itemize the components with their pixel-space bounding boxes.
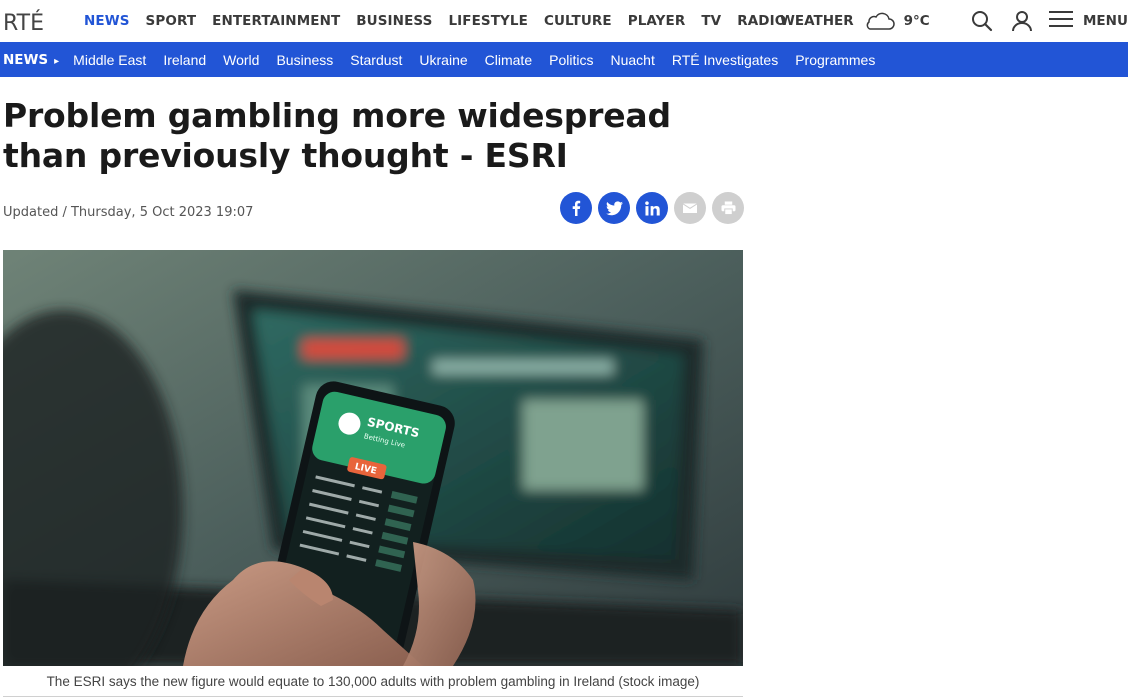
sub-nav-ireland[interactable]: Ireland <box>163 52 206 68</box>
nav-tv[interactable]: TV <box>701 13 721 29</box>
nav-sport[interactable]: SPORT <box>146 13 197 29</box>
sub-nav-programmes[interactable]: Programmes <box>795 52 875 68</box>
sub-nav-section-label: NEWS <box>3 51 49 68</box>
svg-text:RTÉ: RTÉ <box>3 10 44 34</box>
sub-nav-stardust[interactable]: Stardust <box>350 52 402 68</box>
nav-lifestyle[interactable]: LIFESTYLE <box>448 13 528 29</box>
sub-nav-middle-east[interactable]: Middle East <box>73 52 146 68</box>
rte-logo[interactable]: RTÉ <box>3 8 53 34</box>
sub-nav-business[interactable]: Business <box>276 52 333 68</box>
section-arrow-icon: ▸ <box>54 55 60 67</box>
twitter-share-button[interactable] <box>598 192 630 224</box>
image-caption: The ESRI says the new figure would equat… <box>3 666 743 697</box>
weather-temperature: 9°C <box>903 13 930 29</box>
menu-button[interactable]: MENU <box>1049 0 1128 42</box>
print-share-button[interactable] <box>712 192 744 224</box>
nav-business[interactable]: BUSINESS <box>356 13 432 29</box>
sub-nav-section-news[interactable]: NEWS ▸ <box>3 52 59 68</box>
top-navigation-bar: RTÉ NEWS SPORT ENTERTAINMENT BUSINESS LI… <box>0 0 1128 42</box>
facebook-share-button[interactable] <box>560 192 592 224</box>
news-sub-navigation: NEWS ▸ Middle East Ireland World Business… <box>0 42 1128 77</box>
nav-radio[interactable]: RADIO <box>737 13 786 29</box>
main-navigation: NEWS SPORT ENTERTAINMENT BUSINESS LIFEST… <box>84 0 802 42</box>
hamburger-icon <box>1049 10 1073 32</box>
share-buttons <box>560 192 744 224</box>
menu-label: MENU <box>1083 13 1128 29</box>
facebook-icon <box>572 200 581 216</box>
twitter-icon <box>605 200 623 215</box>
sub-nav-rte-investigates[interactable]: RTÉ Investigates <box>672 52 778 68</box>
print-icon <box>721 201 735 215</box>
linkedin-icon <box>644 200 660 216</box>
nav-entertainment[interactable]: ENTERTAINMENT <box>212 13 340 29</box>
nav-culture[interactable]: CULTURE <box>544 13 612 29</box>
sub-nav-world[interactable]: World <box>223 52 259 68</box>
linkedin-share-button[interactable] <box>636 192 668 224</box>
account-icon[interactable] <box>1010 9 1034 33</box>
sub-nav-nuacht[interactable]: Nuacht <box>610 52 654 68</box>
weather-widget[interactable]: WEATHER 9°C <box>780 0 930 42</box>
sub-nav-politics[interactable]: Politics <box>549 52 593 68</box>
article-headline: Problem gambling more widespread than pr… <box>3 96 671 175</box>
sub-nav-ukraine[interactable]: Ukraine <box>419 52 467 68</box>
nav-news[interactable]: NEWS <box>84 13 130 29</box>
sub-nav-climate[interactable]: Climate <box>485 52 532 68</box>
email-icon <box>683 203 697 213</box>
cloud-icon <box>862 11 896 31</box>
email-share-button[interactable] <box>674 192 706 224</box>
search-icon[interactable] <box>970 9 994 33</box>
weather-label: WEATHER <box>780 13 854 29</box>
article-updated-timestamp: Updated / Thursday, 5 Oct 2023 19:07 <box>3 205 254 220</box>
nav-player[interactable]: PLAYER <box>628 13 686 29</box>
article-hero-image: SPORTS Betting Live LIVE <box>3 250 743 666</box>
